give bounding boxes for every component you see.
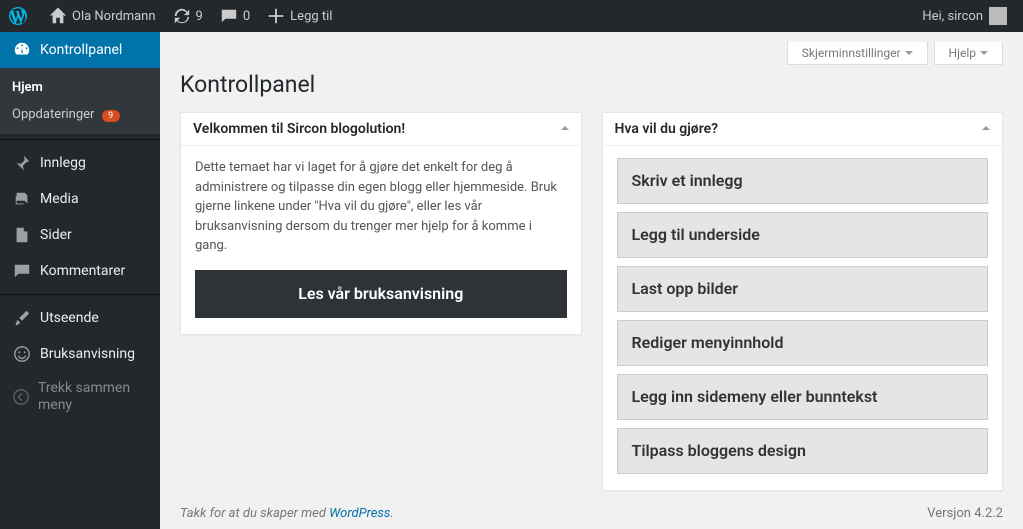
submenu-home[interactable]: Hjem bbox=[0, 74, 160, 101]
page-title: Kontrollpanel bbox=[180, 71, 1003, 98]
action-write-post[interactable]: Skriv et innlegg bbox=[617, 158, 989, 204]
menu-appearance[interactable]: Utseende bbox=[0, 300, 160, 336]
wordpress-link[interactable]: WordPress bbox=[329, 506, 390, 521]
plus-icon bbox=[266, 6, 286, 26]
dashboard-submenu: Hjem Oppdateringer 9 bbox=[0, 68, 160, 134]
updates-badge: 9 bbox=[102, 110, 120, 122]
chevron-up-icon bbox=[982, 122, 990, 130]
menu-dashboard-label: Kontrollpanel bbox=[40, 42, 122, 58]
menu-separator-2 bbox=[0, 294, 160, 295]
menu-media-label: Media bbox=[40, 191, 79, 207]
menu-pages[interactable]: Sider bbox=[0, 217, 160, 253]
panel-toggle[interactable] bbox=[982, 122, 990, 136]
dashboard-icon bbox=[12, 40, 32, 60]
menu-separator bbox=[0, 139, 160, 140]
welcome-title: Velkommen til Sircon blogolution! bbox=[193, 121, 405, 137]
menu-posts-label: Innlegg bbox=[40, 155, 86, 171]
menu-posts[interactable]: Innlegg bbox=[0, 145, 160, 181]
brush-icon bbox=[12, 308, 32, 328]
welcome-body: Dette temaet har vi laget for å gjøre de… bbox=[181, 146, 581, 334]
footer-version: Versjon 4.2.2 bbox=[927, 506, 1003, 521]
actions-panel: Hva vil du gjøre? Skriv et innlegg Legg … bbox=[602, 112, 1004, 491]
welcome-panel: Velkommen til Sircon blogolution! Dette … bbox=[180, 112, 582, 335]
action-edit-menu[interactable]: Rediger menyinnhold bbox=[617, 320, 989, 366]
footer-thanks-prefix: Takk for at du skaper med bbox=[180, 506, 329, 521]
media-icon bbox=[12, 189, 32, 209]
menu-comments[interactable]: Kommentarer bbox=[0, 253, 160, 289]
admin-bar: Ola Nordmann 9 0 Legg til Hei, sircon bbox=[0, 0, 1023, 32]
collapse-icon bbox=[12, 387, 30, 407]
menu-manual-label: Bruksanvisning bbox=[40, 346, 135, 362]
refresh-icon bbox=[172, 6, 192, 26]
column-right: Hva vil du gjøre? Skriv et innlegg Legg … bbox=[602, 112, 1004, 511]
actions-title: Hva vil du gjøre? bbox=[615, 121, 719, 137]
welcome-panel-header: Velkommen til Sircon blogolution! bbox=[181, 113, 581, 146]
footer-period: . bbox=[390, 506, 393, 521]
comments-count: 0 bbox=[243, 9, 250, 24]
my-account[interactable]: Hei, sircon bbox=[914, 0, 1015, 32]
wp-logo[interactable] bbox=[0, 0, 40, 32]
add-new-link[interactable]: Legg til bbox=[258, 0, 340, 32]
menu-appearance-label: Utseende bbox=[40, 310, 99, 326]
screen-meta: Skjerminnstillinger Hjelp bbox=[180, 42, 1003, 65]
action-list: Skriv et innlegg Legg til underside Last… bbox=[617, 158, 989, 474]
menu-comments-label: Kommentarer bbox=[40, 263, 125, 279]
avatar bbox=[989, 7, 1007, 25]
admin-bar-left: Ola Nordmann 9 0 Legg til bbox=[0, 0, 340, 32]
comments-link[interactable]: 0 bbox=[211, 0, 258, 32]
menu-dashboard[interactable]: Kontrollpanel bbox=[0, 32, 160, 68]
home-icon bbox=[48, 6, 68, 26]
admin-sidebar: Kontrollpanel Hjem Oppdateringer 9 Innle… bbox=[0, 32, 160, 529]
comments-icon bbox=[12, 261, 32, 281]
actions-panel-header: Hva vil du gjøre? bbox=[603, 113, 1003, 146]
menu-media[interactable]: Media bbox=[0, 181, 160, 217]
menu-collapse[interactable]: Trekk sammen meny bbox=[0, 372, 160, 422]
menu-collapse-label: Trekk sammen meny bbox=[38, 380, 148, 414]
updates-link[interactable]: 9 bbox=[164, 0, 211, 32]
action-add-sidebar-footer[interactable]: Legg inn sidemeny eller bunntekst bbox=[617, 374, 989, 420]
chevron-up-icon bbox=[561, 122, 569, 130]
submenu-updates-label: Oppdateringer bbox=[12, 107, 94, 122]
content-area: Skjerminnstillinger Hjelp Kontrollpanel … bbox=[160, 32, 1023, 529]
add-new-text: Legg til bbox=[290, 9, 332, 24]
menu-pages-label: Sider bbox=[40, 227, 72, 243]
column-left: Velkommen til Sircon blogolution! Dette … bbox=[180, 112, 582, 355]
screen-options-button[interactable]: Skjerminnstillinger bbox=[787, 42, 928, 65]
submenu-updates[interactable]: Oppdateringer 9 bbox=[0, 101, 160, 128]
panel-toggle[interactable] bbox=[561, 122, 569, 136]
help-button[interactable]: Hjelp bbox=[934, 42, 1003, 65]
action-add-subpage[interactable]: Legg til underside bbox=[617, 212, 989, 258]
chevron-down-icon bbox=[980, 51, 988, 59]
actions-body: Skriv et innlegg Legg til underside Last… bbox=[603, 146, 1003, 490]
chevron-down-icon bbox=[905, 51, 913, 59]
help-label: Hjelp bbox=[949, 46, 976, 60]
dashboard-widgets: Velkommen til Sircon blogolution! Dette … bbox=[180, 112, 1003, 511]
action-customize-design[interactable]: Tilpass bloggens design bbox=[617, 428, 989, 474]
action-upload-images[interactable]: Last opp bilder bbox=[617, 266, 989, 312]
site-name-link[interactable]: Ola Nordmann bbox=[40, 0, 164, 32]
welcome-text: Dette temaet har vi laget for å gjøre de… bbox=[195, 158, 567, 256]
read-manual-button[interactable]: Les vår bruksanvisning bbox=[195, 270, 567, 318]
menu-manual[interactable]: Bruksanvisning bbox=[0, 336, 160, 372]
admin-bar-right: Hei, sircon bbox=[914, 0, 1015, 32]
page-icon bbox=[12, 225, 32, 245]
updates-count: 9 bbox=[196, 9, 203, 24]
greeting-text: Hei, sircon bbox=[922, 9, 983, 24]
comment-icon bbox=[219, 6, 239, 26]
site-name-text: Ola Nordmann bbox=[72, 9, 156, 24]
footer-thanks: Takk for at du skaper med WordPress. bbox=[180, 506, 394, 521]
smiley-icon bbox=[12, 344, 32, 364]
footer: Takk for at du skaper med WordPress. Ver… bbox=[180, 506, 1003, 521]
screen-options-label: Skjerminnstillinger bbox=[802, 46, 901, 60]
pin-icon bbox=[12, 153, 32, 173]
wordpress-icon bbox=[8, 6, 28, 26]
